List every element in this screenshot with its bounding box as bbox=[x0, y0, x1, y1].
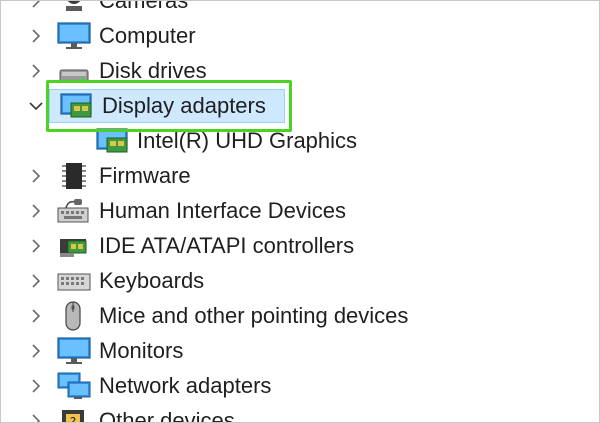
computer-monitor-icon bbox=[56, 21, 92, 51]
tree-item-monitors[interactable]: Monitors bbox=[1, 333, 599, 368]
chevron-right-icon[interactable] bbox=[27, 62, 45, 80]
tree-item-display-adapters[interactable]: Display adapters bbox=[1, 88, 599, 123]
device-manager-tree-view: Cameras Computer Disk drives Display ada… bbox=[0, 0, 600, 423]
tree-item-keyboards[interactable]: Keyboards bbox=[1, 263, 599, 298]
chevron-right-icon[interactable] bbox=[27, 167, 45, 185]
network-adapter-icon bbox=[56, 371, 92, 401]
tree-item-computer[interactable]: Computer bbox=[1, 18, 599, 53]
chevron-right-icon[interactable] bbox=[27, 342, 45, 360]
tree-item-disk-drives[interactable]: Disk drives bbox=[1, 53, 599, 88]
device-tree: Cameras Computer Disk drives Display ada… bbox=[1, 0, 599, 423]
tree-item-label: Firmware bbox=[99, 163, 191, 188]
chevron-right-icon[interactable] bbox=[27, 412, 45, 422]
tree-item-label: Computer bbox=[99, 23, 196, 48]
display-adapter-icon bbox=[59, 91, 95, 121]
chevron-right-icon[interactable] bbox=[27, 1, 45, 10]
chevron-right-icon[interactable] bbox=[27, 202, 45, 220]
hid-keyboard-icon bbox=[56, 196, 92, 226]
tree-item-label: Mice and other pointing devices bbox=[99, 303, 409, 328]
chevron-right-icon[interactable] bbox=[27, 377, 45, 395]
disk-drive-icon bbox=[56, 56, 92, 86]
tree-item-label: Human Interface Devices bbox=[99, 198, 346, 223]
tree-item-label: Monitors bbox=[99, 338, 184, 363]
tree-item-ide-ata-atapi-controllers[interactable]: IDE ATA/ATAPI controllers bbox=[1, 228, 599, 263]
tree-item-network-adapters[interactable]: Network adapters bbox=[1, 368, 599, 403]
monitor-icon bbox=[56, 336, 92, 366]
tree-item-label: IDE ATA/ATAPI controllers bbox=[99, 233, 355, 258]
camera-icon bbox=[56, 1, 92, 16]
keyboard-icon bbox=[56, 266, 92, 296]
mouse-icon bbox=[56, 301, 92, 331]
firmware-chip-icon bbox=[56, 161, 92, 191]
chevron-right-icon[interactable] bbox=[27, 307, 45, 325]
tree-item-label: Cameras bbox=[99, 0, 189, 13]
tree-item-cameras[interactable]: Cameras bbox=[1, 0, 599, 18]
tree-item-intel-uhd-graphics[interactable]: Intel(R) UHD Graphics bbox=[1, 123, 599, 158]
tree-item-label: Display adapters bbox=[102, 93, 266, 118]
tree-item-label: Network adapters bbox=[99, 373, 272, 398]
tree-item-other-devices[interactable]: ? Other devices bbox=[1, 403, 599, 423]
svg-text:?: ? bbox=[70, 415, 76, 423]
tree-item-label: Keyboards bbox=[99, 268, 205, 293]
chevron-down-icon[interactable] bbox=[27, 97, 45, 115]
display-adapter-icon bbox=[95, 126, 131, 156]
tree-item-label: Other devices bbox=[99, 408, 235, 423]
chevron-right-icon[interactable] bbox=[27, 237, 45, 255]
tree-item-firmware[interactable]: Firmware bbox=[1, 158, 599, 193]
other-devices-icon: ? bbox=[56, 406, 92, 423]
tree-item-label: Intel(R) UHD Graphics bbox=[137, 128, 358, 153]
chevron-right-icon[interactable] bbox=[27, 272, 45, 290]
chevron-right-icon[interactable] bbox=[27, 27, 45, 45]
tree-item-human-interface-devices[interactable]: Human Interface Devices bbox=[1, 193, 599, 228]
ide-controller-icon bbox=[56, 231, 92, 261]
tree-item-label: Disk drives bbox=[99, 58, 207, 83]
tree-item-mice-and-other-pointing-devices[interactable]: Mice and other pointing devices bbox=[1, 298, 599, 333]
